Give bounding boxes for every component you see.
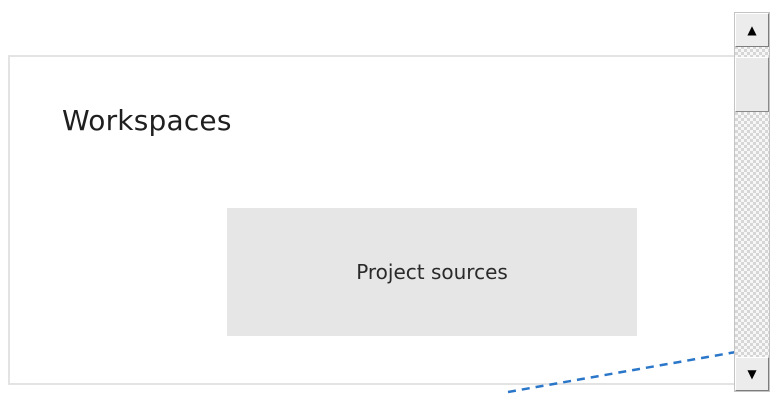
workspaces-title: Workspaces: [62, 104, 232, 137]
vertical-scrollbar[interactable]: ▲ ▼: [734, 12, 770, 392]
project-sources-label: Project sources: [356, 260, 508, 284]
triangle-down-icon: ▼: [747, 367, 757, 381]
workspaces-panel: Workspaces Project sources: [8, 55, 768, 385]
triangle-up-icon: ▲: [747, 23, 757, 37]
scroll-thumb[interactable]: [735, 57, 769, 112]
scroll-down-button[interactable]: ▼: [735, 357, 769, 391]
project-sources-box[interactable]: Project sources: [227, 208, 637, 336]
scroll-up-button[interactable]: ▲: [735, 13, 769, 47]
